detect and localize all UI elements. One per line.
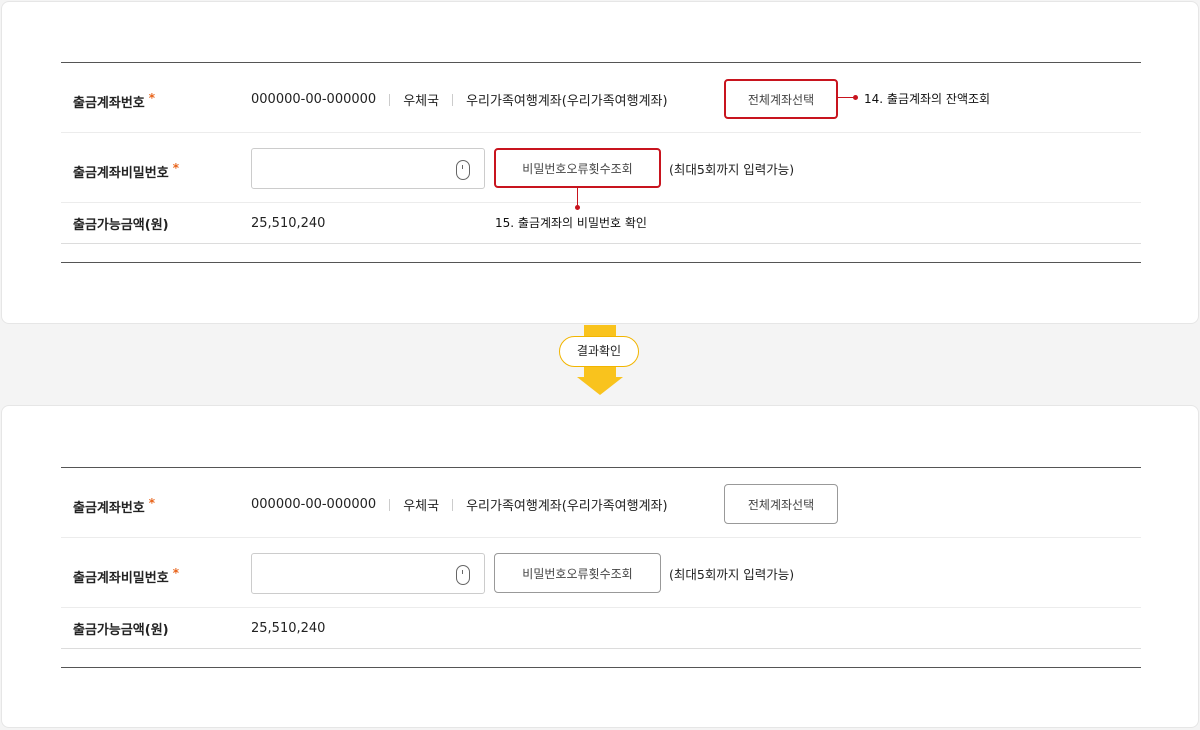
required-mark: * (148, 91, 156, 105)
balance-label: 출금가능금액(원) (73, 218, 169, 233)
password-input[interactable] (251, 148, 485, 189)
account-info: 000000-00-000000 우체국 우리가족여행계좌(우리가족여행계좌) (251, 495, 668, 514)
result-check-label: 결과확인 (559, 336, 639, 367)
arrow-head-icon (577, 377, 623, 395)
withdrawal-form: 출금계좌번호 * 000000-00-000000 우체국 우리가족여행계좌(우리… (61, 467, 1141, 668)
panel-after: 출금계좌번호 * 000000-00-000000 우체국 우리가족여행계좌(우리… (1, 405, 1199, 728)
account-number: 000000-00-000000 (251, 497, 377, 512)
annotation-password-check: 15. 출금계좌의 비밀번호 확인 (495, 216, 647, 230)
account-info: 000000-00-000000 우체국 우리가족여행계좌(우리가족여행계좌) (251, 90, 668, 109)
divider (389, 93, 391, 106)
annotation-dot (853, 95, 858, 100)
table-bottom-rule (61, 262, 1141, 263)
required-mark: * (172, 161, 179, 175)
annotation-dot (575, 205, 580, 210)
balance-label: 출금가능금액(원) (73, 623, 169, 638)
password-error-count-button[interactable]: 비밀번호오류횟수조회 (494, 148, 661, 188)
mouse-icon[interactable] (456, 160, 470, 180)
password-hint: (최대5회까지 입력가능) (669, 162, 795, 177)
password-row: 출금계좌비밀번호 * 비밀번호오류횟수조회 (최대5회까지 입력가능) (61, 133, 1141, 203)
password-error-count-button[interactable]: 비밀번호오류횟수조회 (494, 553, 661, 593)
account-number: 000000-00-000000 (251, 92, 377, 107)
divider (389, 498, 391, 511)
account-label: 출금계좌번호 * (73, 496, 156, 516)
balance-row: 출금가능금액(원) 25,510,240 (61, 608, 1141, 649)
account-label: 출금계좌번호 * (73, 91, 156, 111)
account-row: 출금계좌번호 * 000000-00-000000 우체국 우리가족여행계좌(우리… (61, 468, 1141, 538)
password-label: 출금계좌비밀번호 * (73, 566, 179, 586)
bank-name: 우체국 (403, 499, 440, 514)
password-input[interactable] (251, 553, 485, 594)
divider (452, 93, 454, 106)
divider (452, 498, 454, 511)
bank-name: 우체국 (403, 94, 440, 109)
password-label: 출금계좌비밀번호 * (73, 161, 179, 181)
mouse-icon[interactable] (456, 565, 470, 585)
annotation-balance-check: 14. 출금계좌의 잔액조회 (864, 92, 991, 106)
account-name: 우리가족여행계좌(우리가족여행계좌) (466, 499, 668, 514)
balance-value: 25,510,240 (251, 216, 326, 231)
password-row: 출금계좌비밀번호 * 비밀번호오류횟수조회 (최대5회까지 입력가능) (61, 538, 1141, 608)
panel-before: 출금계좌번호 * 000000-00-000000 우체국 우리가족여행계좌(우리… (1, 1, 1199, 324)
account-name: 우리가족여행계좌(우리가족여행계좌) (466, 94, 668, 109)
password-hint: (최대5회까지 입력가능) (669, 567, 795, 582)
balance-value: 25,510,240 (251, 621, 326, 636)
select-all-accounts-button[interactable]: 전체계좌선택 (724, 79, 838, 119)
required-mark: * (148, 496, 156, 510)
required-mark: * (172, 566, 179, 580)
table-bottom-rule (61, 667, 1141, 668)
select-all-accounts-button[interactable]: 전체계좌선택 (724, 484, 838, 524)
